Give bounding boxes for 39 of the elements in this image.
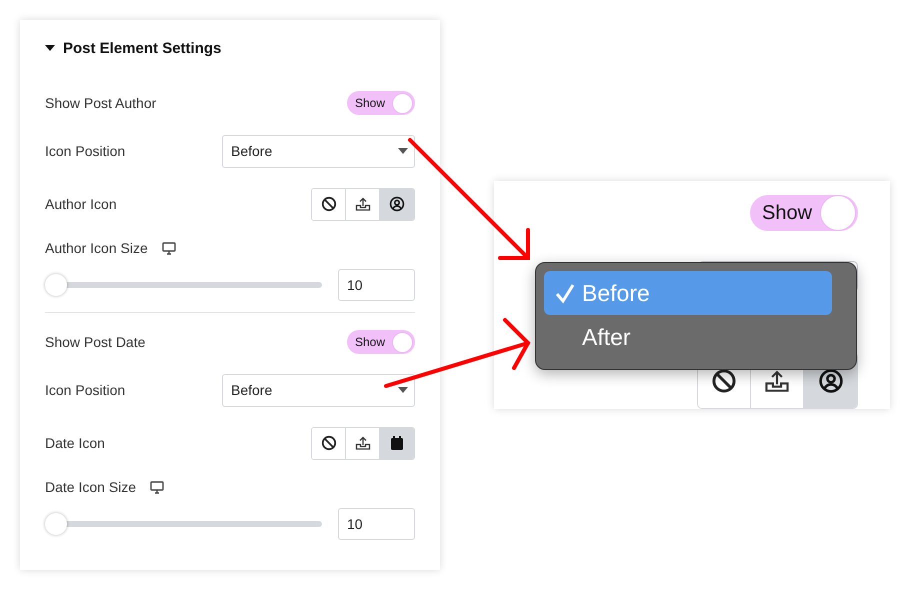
show-toggle[interactable]: Show [750, 195, 858, 231]
dropdown-arrow-icon [398, 148, 408, 154]
upload-icon [354, 196, 370, 212]
size-slider[interactable] [45, 513, 322, 535]
check-icon [554, 282, 576, 304]
show-toggle[interactable]: Show [347, 330, 415, 354]
none-icon [711, 368, 737, 394]
size-input[interactable]: 10 [338, 508, 415, 540]
field-label: Date Icon Size [45, 479, 136, 495]
field-label: Author Icon Size [45, 240, 148, 256]
calendar-icon [389, 435, 405, 451]
field-label: Author Icon [45, 196, 117, 212]
section-title: Post Element Settings [63, 40, 222, 56]
none-icon [320, 196, 336, 212]
icon-option[interactable] [312, 188, 346, 220]
desktop-icon[interactable] [162, 242, 176, 254]
caret-icon[interactable] [45, 45, 55, 51]
field-label: Date Icon [45, 435, 105, 451]
icon-position-select[interactable]: Before [222, 134, 415, 168]
dropdown-arrow-icon [398, 387, 408, 393]
field-label: Icon Position [45, 143, 126, 159]
size-slider[interactable] [45, 274, 322, 296]
field-label: Show Post Date [45, 334, 146, 350]
icon-option[interactable] [380, 188, 414, 220]
slider-thumb[interactable] [45, 274, 67, 296]
size-input[interactable]: 10 [338, 269, 415, 301]
show-toggle[interactable]: Show [347, 91, 415, 115]
upload-icon [354, 435, 370, 451]
desktop-icon[interactable] [150, 480, 164, 494]
field-label: Icon Position [45, 382, 126, 398]
icon-position-select[interactable]: Before [222, 374, 415, 406]
none-icon [320, 435, 336, 451]
user-icon [389, 196, 405, 212]
icon-option[interactable] [380, 428, 414, 458]
icon-option[interactable] [312, 428, 346, 458]
field-label: Show Post Author [45, 95, 156, 111]
slider-thumb[interactable] [45, 513, 67, 535]
menu-option[interactable]: After [544, 315, 832, 359]
user-icon [818, 368, 844, 394]
